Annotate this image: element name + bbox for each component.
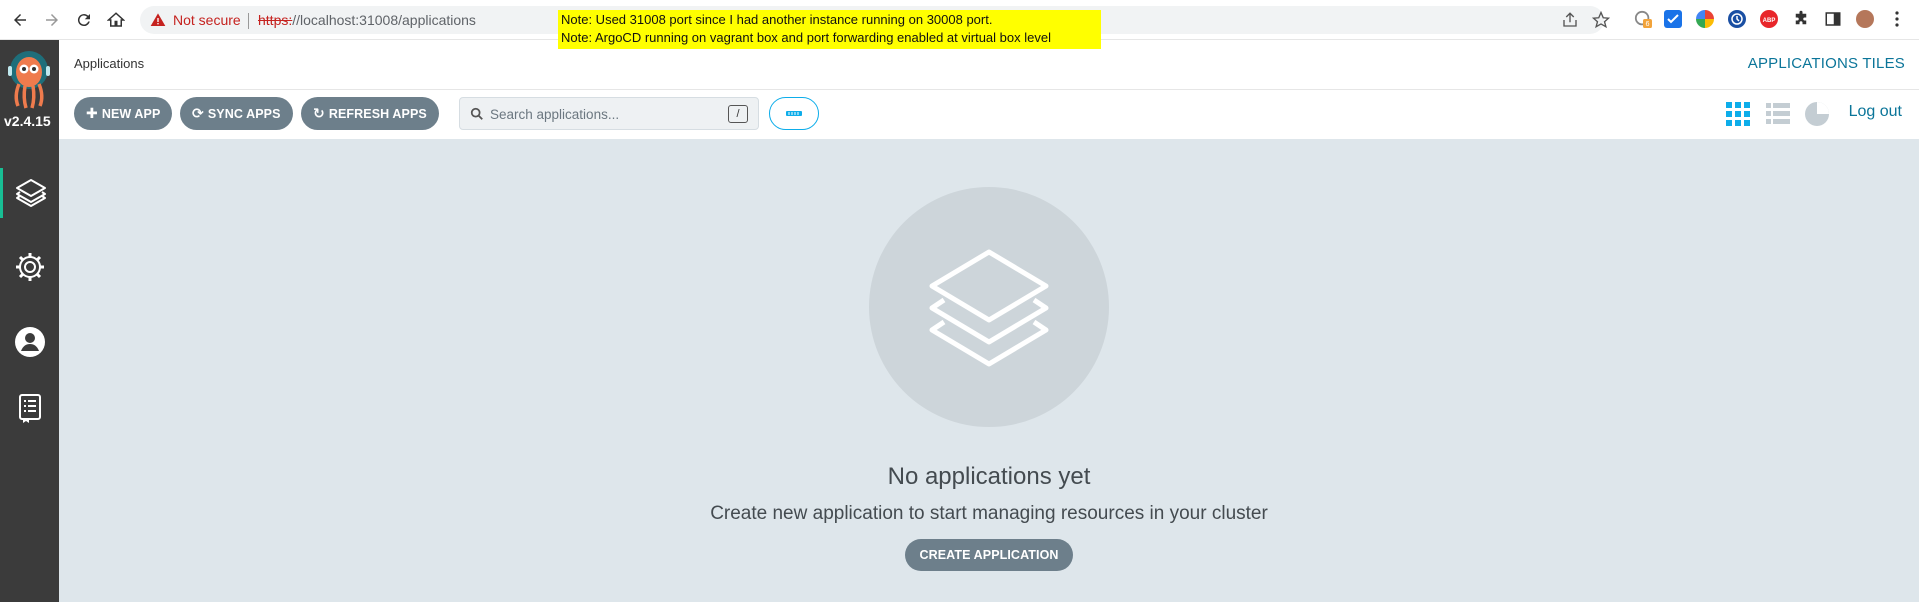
sync-icon: ⟳	[192, 105, 204, 121]
logout-link[interactable]: Log out	[1849, 103, 1902, 121]
back-button[interactable]	[8, 8, 32, 32]
adblock-extension-icon[interactable]: ABP	[1760, 10, 1778, 28]
home-icon	[107, 12, 125, 27]
extension-badge-count: 6	[1646, 19, 1650, 28]
empty-state-subtitle: Create new application to start managing…	[710, 503, 1268, 524]
note-line-1: Note: Used 31008 port since I had anothe…	[561, 12, 993, 27]
applications-toolbar: ✚NEW APP ⟳SYNC APPS ↻REFRESH APPS / Log …	[59, 90, 1919, 140]
docs-icon	[18, 394, 41, 423]
warning-icon	[150, 13, 166, 26]
filter-icon	[786, 110, 802, 116]
side-panel-icon[interactable]	[1824, 10, 1842, 28]
filter-toggle-button[interactable]	[769, 97, 819, 130]
version-label: v2.4.15	[4, 113, 51, 129]
url-path: //localhost:31008/applications	[292, 12, 476, 28]
share-icon[interactable]	[1561, 11, 1579, 29]
sidebar-item-user-info[interactable]	[0, 317, 59, 367]
sync-apps-button[interactable]: ⟳ SYNC APPS	[180, 97, 293, 130]
search-shortcut-hint: /	[728, 105, 748, 123]
arrow-right-icon	[46, 14, 58, 26]
layers-icon	[929, 249, 1049, 367]
extension-badge-icon[interactable]: 6	[1634, 10, 1652, 28]
page-title: Applications	[74, 56, 145, 71]
new-app-label: NEW APP	[101, 106, 161, 121]
browser-menu-icon[interactable]	[1888, 10, 1906, 28]
refresh-apps-label: REFRESH APPS	[328, 106, 427, 121]
list-view-icon[interactable]	[1765, 101, 1791, 127]
summary-view-icon[interactable]	[1804, 101, 1830, 127]
view-title: APPLICATIONS TILES	[1747, 55, 1905, 72]
color-extension-icon[interactable]	[1696, 10, 1714, 28]
url-text[interactable]: https://localhost:31008/applications	[258, 12, 476, 28]
sidebar-item-settings[interactable]	[0, 242, 59, 292]
sidebar: v2.4.15	[0, 40, 59, 602]
sidebar-item-documentation[interactable]	[0, 383, 59, 433]
refresh-apps-button[interactable]: ↻ REFRESH APPS	[301, 97, 439, 130]
sidebar-item-applications[interactable]	[0, 168, 59, 218]
home-button[interactable]	[104, 8, 128, 32]
empty-state-title: No applications yet	[887, 463, 1091, 490]
refresh-icon: ↻	[313, 105, 325, 121]
tiles-view-icon[interactable]	[1725, 101, 1751, 127]
search-input[interactable]	[490, 103, 710, 125]
checkbox-extension-icon[interactable]	[1664, 10, 1682, 28]
gear-icon	[15, 253, 44, 281]
sync-apps-label: SYNC APPS	[207, 106, 281, 121]
profile-avatar[interactable]	[1856, 10, 1874, 28]
layers-icon	[16, 179, 46, 207]
new-app-button[interactable]: ✚ NEW APP	[74, 97, 173, 130]
user-icon	[14, 327, 45, 357]
reload-button[interactable]	[72, 8, 96, 32]
clock-extension-icon[interactable]	[1728, 10, 1746, 28]
note-line-2: Note: ArgoCD running on vagrant box and …	[561, 30, 1051, 45]
reload-icon	[77, 14, 90, 27]
plus-icon: ✚	[86, 105, 98, 121]
puzzle-extensions-icon[interactable]	[1792, 10, 1810, 28]
search-box[interactable]: /	[459, 97, 759, 130]
star-icon[interactable]	[1592, 11, 1610, 29]
not-secure-label[interactable]: Not secure	[173, 12, 241, 28]
search-icon	[470, 107, 483, 120]
arrow-left-icon	[14, 14, 26, 26]
applications-main: No applications yet Create new applicati…	[59, 140, 1919, 602]
create-application-button[interactable]: CREATE APPLICATION	[905, 539, 1073, 571]
url-scheme: https:	[258, 12, 293, 28]
annotation-note: Note: Used 31008 port since I had anothe…	[558, 10, 1101, 49]
argo-logo[interactable]	[4, 50, 54, 110]
svg-text:ABP: ABP	[1763, 18, 1776, 24]
divider	[248, 13, 249, 29]
empty-state-illustration	[869, 187, 1109, 427]
forward-button[interactable]	[40, 8, 64, 32]
